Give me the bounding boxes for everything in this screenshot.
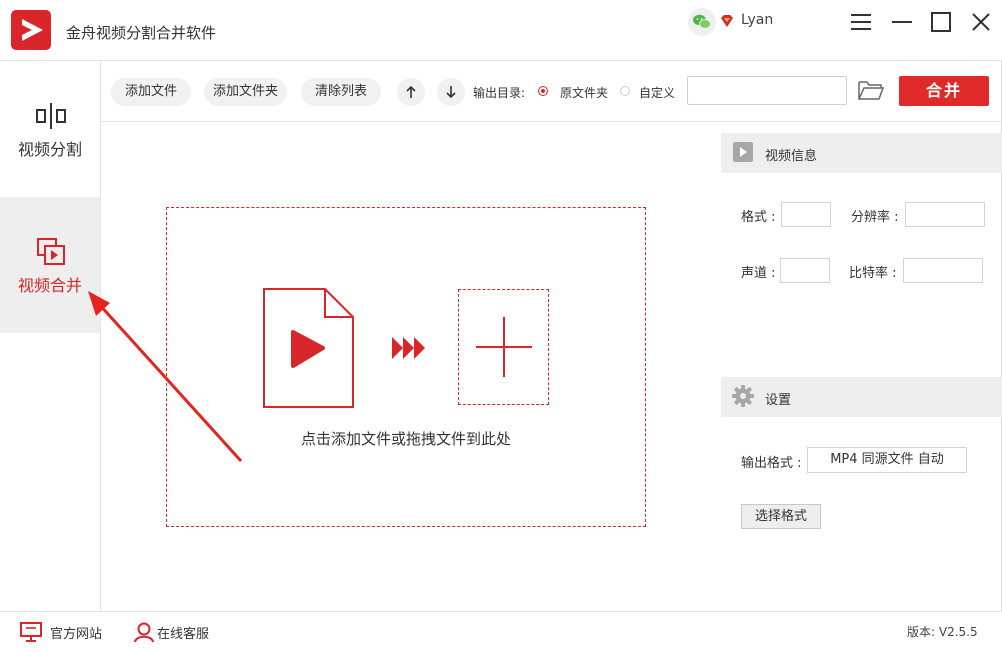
bitrate-label: 比特率 : xyxy=(849,266,897,281)
resolution-label: 分辨率 : xyxy=(851,210,899,225)
radio-source-folder[interactable] xyxy=(538,86,548,96)
settings-header: 设置 xyxy=(721,377,1002,417)
app-logo-icon xyxy=(11,10,51,50)
hamburger-menu-icon[interactable] xyxy=(849,10,873,34)
move-down-button[interactable] xyxy=(437,78,465,106)
folder-open-icon[interactable] xyxy=(857,79,885,101)
video-merge-icon xyxy=(34,235,68,269)
resolution-value xyxy=(905,202,985,227)
channel-label: 声道 : xyxy=(741,266,776,281)
add-folder-button[interactable]: 添加文件夹 xyxy=(204,78,287,106)
video-split-icon xyxy=(34,99,68,133)
annotation-arrow xyxy=(80,285,250,470)
sidebar-item-label: 视频分割 xyxy=(17,140,82,159)
maximize-icon[interactable] xyxy=(929,10,953,34)
user-icon[interactable] xyxy=(133,622,155,643)
minimize-icon[interactable] xyxy=(890,10,914,34)
toolbar: 添加文件 添加文件夹 清除列表 输出目录: 原文件夹 自定义 合并 xyxy=(101,61,1002,122)
format-label: 格式 : xyxy=(741,210,776,225)
close-icon[interactable] xyxy=(969,10,993,34)
merge-button[interactable]: 合并 xyxy=(899,76,989,106)
output-dir-label: 输出目录: xyxy=(473,86,526,100)
add-slot[interactable] xyxy=(458,289,549,405)
bitrate-value xyxy=(903,258,983,283)
output-format-value: MP4 同源文件 自动 xyxy=(807,447,967,473)
video-icon xyxy=(732,141,754,163)
radio-custom-label[interactable]: 自定义 xyxy=(639,84,675,101)
video-file-icon xyxy=(263,288,355,408)
gear-icon xyxy=(732,385,754,407)
format-value xyxy=(781,202,831,227)
title-bar: 金舟视频分割合并软件 Lyan xyxy=(0,0,1002,61)
radio-source-folder-label[interactable]: 原文件夹 xyxy=(560,84,608,101)
choose-format-button[interactable]: 选择格式 xyxy=(741,504,821,529)
triple-chevron-icon xyxy=(392,337,425,359)
move-up-button[interactable] xyxy=(397,78,425,106)
output-path-input[interactable] xyxy=(687,76,847,105)
monitor-icon[interactable] xyxy=(20,622,42,642)
plus-icon xyxy=(476,317,532,377)
official-site-link[interactable]: 官方网站 xyxy=(50,623,102,642)
video-info-header: 视频信息 xyxy=(721,133,1002,173)
wechat-icon[interactable] xyxy=(688,8,716,36)
sidebar-item-video-split[interactable]: 视频分割 xyxy=(0,61,100,197)
online-service-link[interactable]: 在线客服 xyxy=(157,623,209,642)
radio-custom[interactable] xyxy=(620,86,630,96)
settings-title: 设置 xyxy=(765,393,792,408)
footer: 官方网站 在线客服 版本: V2.5.5 xyxy=(0,611,1002,652)
arrow-down-icon xyxy=(446,86,456,99)
version-label: 版本: V2.5.5 xyxy=(907,625,978,639)
add-file-button[interactable]: 添加文件 xyxy=(111,78,191,106)
video-info-title: 视频信息 xyxy=(765,149,818,164)
username[interactable]: Lyan xyxy=(741,12,773,28)
vip-diamond-icon xyxy=(719,13,735,29)
arrow-up-icon xyxy=(406,85,416,98)
output-format-label: 输出格式 : xyxy=(741,456,802,471)
clear-list-button[interactable]: 清除列表 xyxy=(301,78,381,106)
app-title: 金舟视频分割合并软件 xyxy=(66,24,217,42)
channel-value xyxy=(780,258,830,283)
